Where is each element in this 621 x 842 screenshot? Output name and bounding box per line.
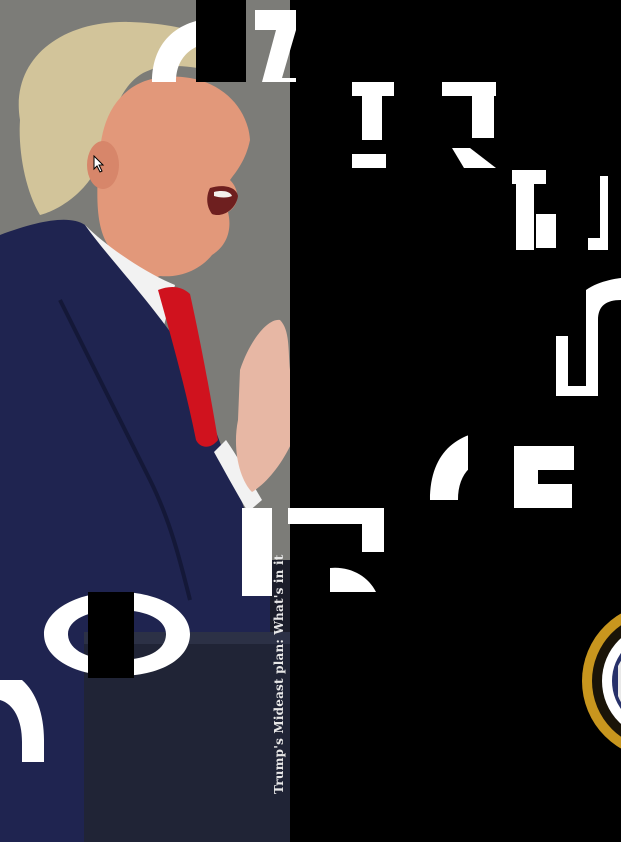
dark-background-panel: [288, 0, 621, 842]
mouse-pointer-icon: [93, 155, 105, 173]
vertical-headline: Trump's Mideast plan: What's in it: [272, 554, 286, 794]
image-scene: Trump's Mideast plan: What's in it: [0, 0, 621, 842]
speaker-photo: [0, 0, 290, 842]
podium: [84, 640, 290, 842]
speaker-illustration: [0, 0, 290, 842]
presidential-seal-icon: [582, 613, 621, 749]
